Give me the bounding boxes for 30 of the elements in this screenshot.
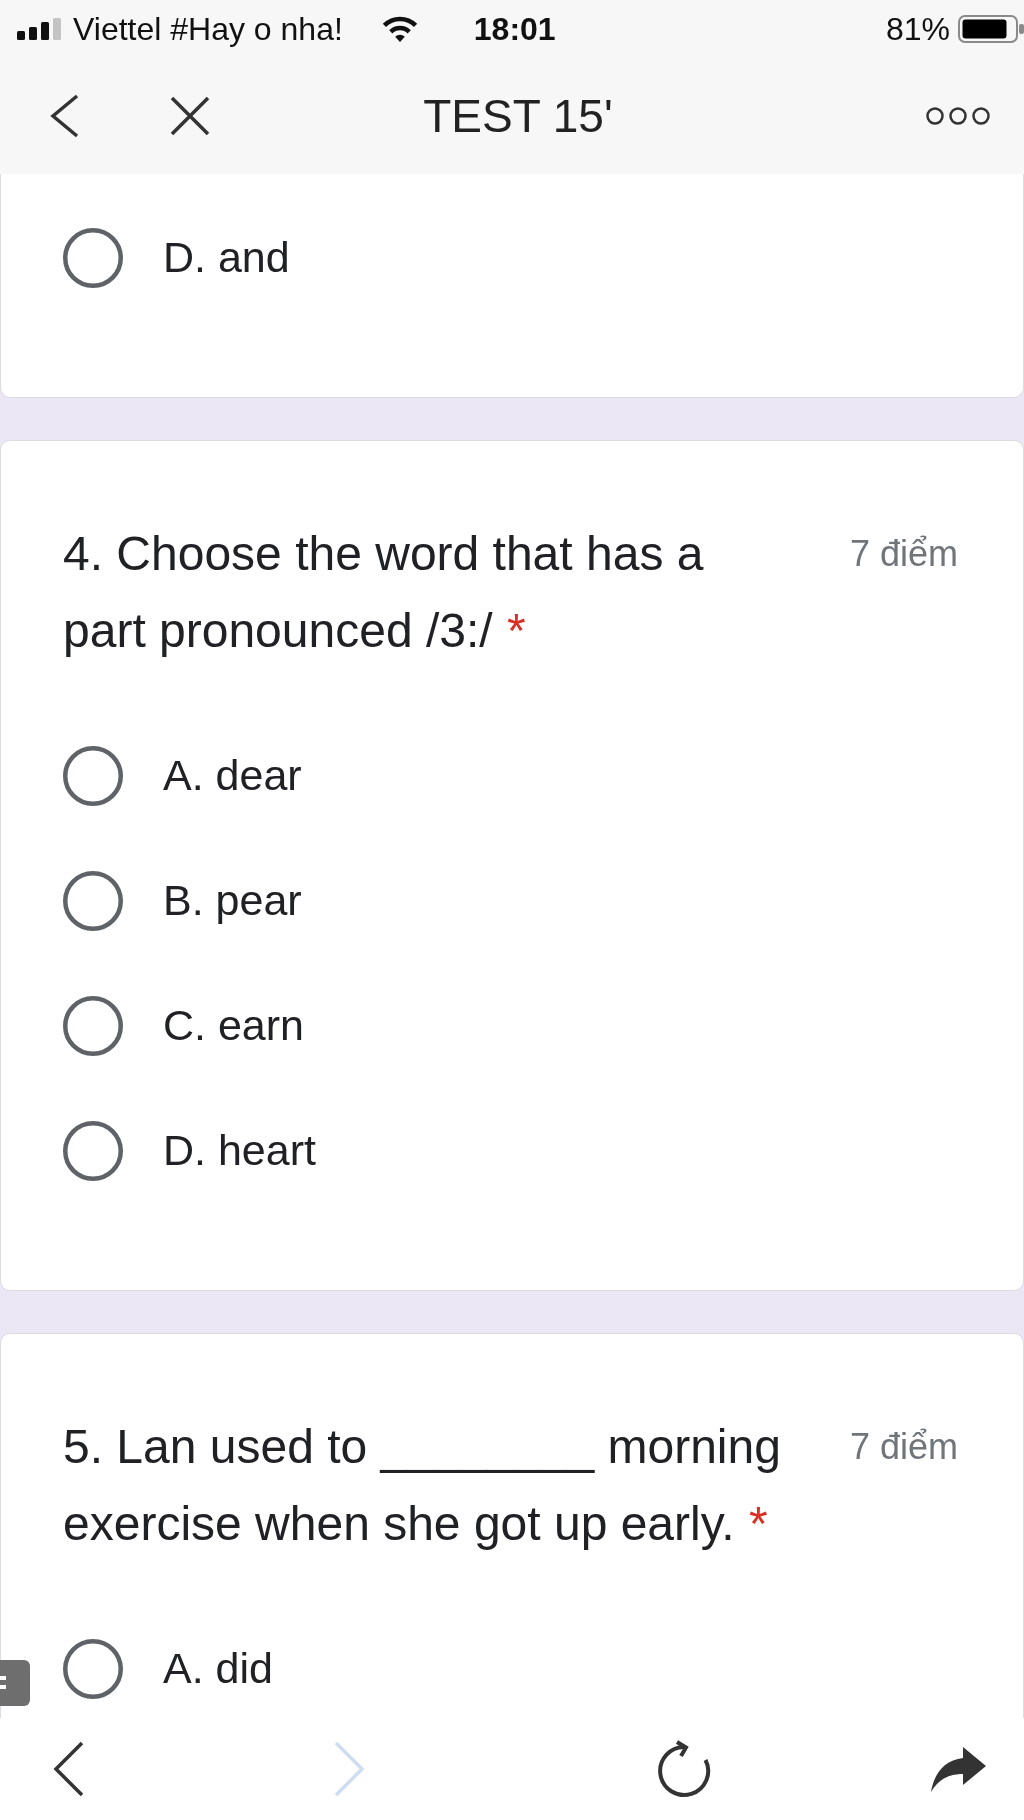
- option-label[interactable]: A. did: [163, 1644, 273, 1693]
- radio-button[interactable]: [63, 995, 123, 1056]
- radio-button[interactable]: [63, 745, 123, 806]
- wifi-icon: [380, 15, 419, 43]
- page-title: TEST 15': [423, 89, 613, 143]
- points-label: 7 điểm: [849, 1425, 958, 1469]
- radio-button[interactable]: [63, 870, 123, 931]
- share-icon[interactable]: [930, 1746, 986, 1792]
- radio-button[interactable]: [63, 1120, 123, 1181]
- signal-icon: [17, 18, 63, 40]
- back-icon[interactable]: [50, 94, 80, 138]
- reload-icon[interactable]: [655, 1740, 713, 1798]
- clock-time: 18:01: [473, 10, 556, 48]
- option-label[interactable]: D. and: [163, 233, 290, 282]
- option-label[interactable]: A. dear: [163, 751, 302, 800]
- option-label[interactable]: B. pear: [163, 876, 302, 925]
- carrier-name: Viettel #Hay o nha!: [73, 10, 343, 48]
- radio-button[interactable]: [63, 1638, 123, 1699]
- option-label[interactable]: C. earn: [163, 1001, 304, 1050]
- radio-button[interactable]: [63, 227, 123, 288]
- question-title: 4. Choose the word that has a part pronounced /3:/ *: [63, 526, 705, 659]
- side-tab-icon[interactable]: [0, 1660, 30, 1706]
- option-label[interactable]: D. heart: [163, 1126, 316, 1175]
- battery-percentage: 81%: [885, 10, 950, 48]
- back-icon[interactable]: [53, 1741, 85, 1797]
- more-icon[interactable]: [926, 106, 990, 126]
- battery-icon: [958, 15, 1024, 43]
- points-label: 7 điểm: [849, 532, 958, 576]
- question-title: 5. Lan used to ________ morning exercise when she got up early. *: [63, 1419, 782, 1552]
- close-icon[interactable]: [170, 96, 210, 136]
